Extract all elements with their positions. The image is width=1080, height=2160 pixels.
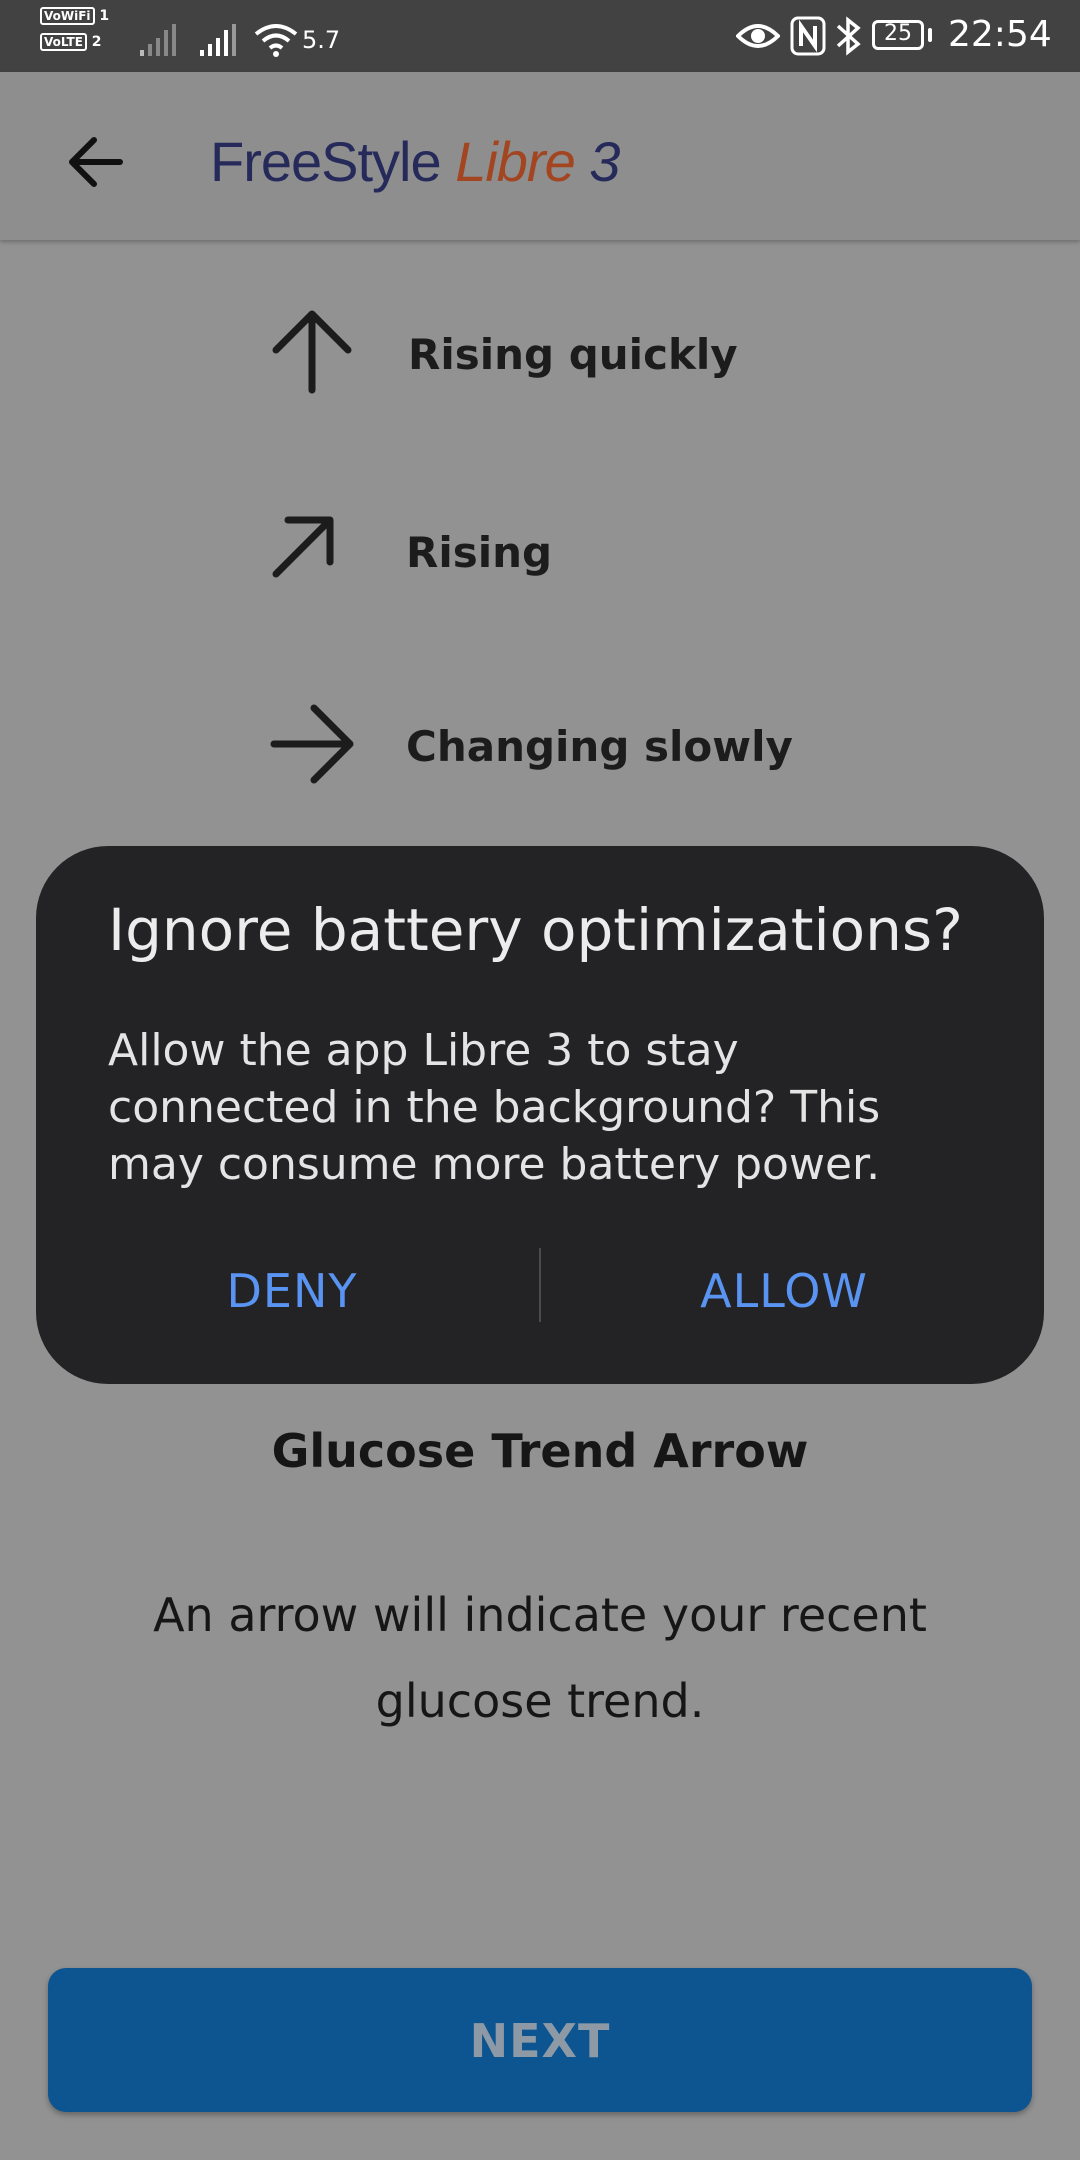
app-bar: FreeStyle Libre 3: [0, 72, 1080, 240]
sim1-number: 1: [99, 8, 110, 24]
arrow-up-icon: [272, 310, 352, 394]
sim2-number: 2: [91, 34, 102, 50]
back-button[interactable]: [56, 122, 136, 202]
network-speed: 5.7: [302, 26, 341, 54]
next-button-label: NEXT: [469, 2014, 611, 2068]
dialog-button-divider: [539, 1248, 541, 1322]
back-arrow-icon: [69, 137, 123, 187]
logo-3: 3: [589, 130, 620, 193]
bluetooth-icon: [836, 16, 861, 56]
deny-button[interactable]: DENY: [72, 1246, 512, 1336]
battery-optimization-dialog: Ignore battery optimizations? Allow the …: [36, 846, 1044, 1384]
sim1-label: VoWiFi: [40, 7, 95, 25]
battery-icon: 25: [872, 20, 924, 50]
nfc-icon: [790, 16, 826, 56]
arrow-up-right-icon: [272, 516, 334, 578]
freestyle-libre-logo: FreeStyle Libre 3: [210, 130, 620, 194]
next-button[interactable]: NEXT: [48, 1968, 1032, 2112]
section-description: An arrow will indicate your recent gluco…: [153, 1588, 927, 1728]
signal-strength-2-icon: [200, 24, 236, 56]
sim1-indicator: VoWiFi 1: [40, 7, 120, 25]
eye-comfort-icon: [736, 24, 780, 48]
trend-item-rising-quickly: Rising quickly: [262, 302, 862, 422]
trend-item-rising: Rising: [262, 500, 862, 620]
sim-indicators: VoWiFi 1 VoLTE 2: [40, 7, 120, 60]
logo-freestyle: FreeStyle: [210, 130, 442, 193]
trend-label: Rising quickly: [408, 330, 738, 379]
clock: 22:54: [948, 14, 1052, 55]
sim2-label: VoLTE: [40, 33, 87, 51]
battery-level: 25: [884, 21, 912, 46]
trend-item-changing-slowly: Changing slowly: [262, 694, 862, 814]
arrow-right-icon: [270, 704, 354, 784]
trend-label: Changing slowly: [406, 722, 793, 771]
sim2-indicator: VoLTE 2: [40, 33, 120, 51]
section-title: Glucose Trend Arrow: [271, 1424, 809, 1478]
dialog-message: Allow the app Libre 3 to stay connected …: [108, 1025, 881, 1190]
battery-nub: [928, 28, 932, 42]
status-bar: VoWiFi 1 VoLTE 2 5.7 25 22:54: [0, 0, 1080, 72]
allow-button[interactable]: ALLOW: [564, 1246, 1004, 1336]
wifi-icon: [254, 24, 298, 57]
trend-label: Rising: [406, 528, 553, 577]
dialog-title: Ignore battery optimizations?: [108, 896, 963, 964]
logo-libre: Libre: [455, 130, 576, 193]
signal-strength-1-icon: [140, 24, 176, 56]
